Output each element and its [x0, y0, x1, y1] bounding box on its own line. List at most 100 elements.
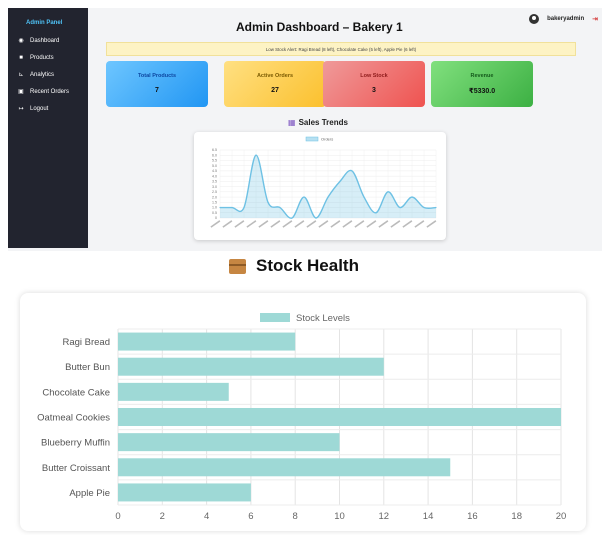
data-point	[411, 196, 413, 198]
x-tick-label: 4	[204, 511, 209, 522]
category-label: Oatmeal Cookies	[37, 413, 110, 424]
x-tick-mark	[354, 220, 365, 228]
revenue-card: Revenue ₹5330.0	[431, 61, 533, 107]
x-tick-mark	[282, 220, 293, 228]
data-point	[423, 206, 425, 209]
y-tick-label: 4.5	[212, 169, 217, 173]
y-tick-label: 3.5	[212, 180, 217, 184]
legend-label: Orders	[321, 137, 333, 142]
y-tick-label: 1.0	[212, 206, 217, 210]
user-menu[interactable]: bakeryadmin ⇥	[529, 14, 598, 24]
sidebar-item-label: Logout	[30, 105, 49, 112]
sidebar: Admin Panel ◉ Dashboard ■ Products ⊾ Analyt…	[8, 8, 88, 248]
data-point	[387, 191, 389, 193]
x-tick-mark	[234, 220, 245, 228]
sidebar-title: Admin Panel	[26, 20, 63, 26]
x-tick-mark	[426, 220, 437, 228]
y-tick-label: 5.0	[212, 164, 217, 168]
y-tick-label: 2.5	[212, 190, 217, 194]
sidebar-item-label: Dashboard	[30, 37, 60, 44]
data-point	[219, 206, 221, 209]
x-tick-mark	[390, 220, 401, 228]
stock-health-heading: Stock Health	[229, 256, 359, 276]
stock-bar	[118, 483, 251, 502]
x-tick-mark	[210, 220, 221, 228]
data-point	[327, 196, 329, 198]
low-stock-card: Low Stock 3	[323, 61, 425, 107]
category-label: Chocolate Cake	[42, 387, 110, 398]
sidebar-item-products[interactable]: ■ Products	[8, 49, 88, 66]
x-tick-label-mark	[330, 220, 341, 228]
x-tick-label-mark	[378, 220, 389, 228]
main-content: Admin Dashboard – Bakery 1 bakeryadmin ⇥…	[88, 8, 602, 251]
sidebar-item-logout[interactable]: ↦ Logout	[8, 100, 88, 117]
y-tick-label: 2.0	[212, 195, 217, 199]
x-tick-mark	[246, 220, 257, 228]
username: bakeryadmin	[547, 16, 585, 22]
stock-bar	[118, 408, 561, 426]
user-avatar-icon	[529, 14, 540, 24]
stock-bar	[118, 357, 384, 376]
sales-trends-heading: ▦ Sales Trends	[288, 118, 348, 127]
legend-swatch	[260, 313, 290, 322]
chart-icon: ▦	[288, 118, 296, 127]
y-tick-label: 3.0	[212, 185, 217, 189]
y-tick-label: 4.0	[212, 174, 217, 178]
x-tick-label-mark	[282, 220, 293, 228]
x-tick-mark	[306, 220, 317, 228]
x-tick-mark	[318, 220, 329, 228]
admin-dashboard-screenshot: Admin Panel ◉ Dashboard ■ Products ⊾ Analyt…	[8, 8, 602, 251]
data-point	[363, 196, 365, 198]
x-tick-label: 16	[467, 511, 478, 522]
x-tick-label-mark	[222, 220, 233, 228]
x-tick-label-mark	[246, 220, 257, 228]
data-point	[255, 154, 257, 156]
x-tick-label: 12	[379, 511, 390, 522]
box-icon: ■	[19, 54, 23, 61]
package-icon	[229, 258, 246, 274]
x-tick-label-mark	[270, 220, 281, 228]
sidebar-nav: ◉ Dashboard ■ Products ⊾ Analytics ▣ Recent …	[8, 32, 88, 117]
category-label: Butter Bun	[65, 362, 110, 373]
y-tick-label: 0	[215, 216, 217, 220]
category-label: Ragi Bread	[62, 337, 110, 348]
data-point	[243, 206, 245, 209]
category-label: Blueberry Muffin	[41, 438, 110, 449]
x-tick-label: 14	[423, 511, 434, 522]
y-tick-label: 6.0	[212, 153, 217, 157]
data-point	[351, 170, 353, 172]
sales-trends-chart-card: 0 0.5 1.0 1.5 2.0 2.5 3.0 3.5 4.0 4.5 5.0 5.5 6.0 6.5…	[194, 132, 446, 240]
logout-icon: ↦	[18, 106, 24, 112]
x-tick-label-mark	[210, 220, 221, 228]
data-point	[315, 217, 317, 219]
category-label: Apple Pie	[69, 488, 110, 499]
sidebar-item-dashboard[interactable]: ◉ Dashboard	[8, 32, 88, 49]
y-tick-label: 0.5	[212, 211, 217, 215]
x-tick-label: 18	[511, 511, 522, 522]
x-tick-label-mark	[366, 220, 377, 228]
data-point	[279, 206, 281, 209]
stock-bar	[118, 433, 340, 452]
data-point	[435, 206, 437, 209]
x-tick-mark	[330, 220, 341, 228]
sidebar-item-label: Products	[30, 54, 54, 61]
card-value: 27	[271, 87, 279, 94]
sidebar-item-analytics[interactable]: ⊾ Analytics	[8, 66, 88, 83]
x-tick-label-mark	[402, 220, 413, 228]
legend-label: Stock Levels	[296, 313, 350, 324]
logout-icon[interactable]: ⇥	[592, 15, 598, 23]
dashboard-icon: ◉	[18, 38, 24, 44]
sales-trends-chart: 00.51.01.5 2.02.53.03.5 4.04.55.05.5 6.06.5…	[210, 137, 437, 228]
y-tick-label: 6.5	[212, 148, 217, 152]
x-tick-mark	[414, 220, 425, 228]
stock-health-chart-card: 0 2 4 6 8 10 12 14 16 18 20 Ragi Bread Butter Bun Cho…	[20, 293, 586, 531]
x-tick-mark	[270, 220, 281, 228]
sidebar-item-recent-orders[interactable]: ▣ Recent Orders	[8, 83, 88, 100]
x-tick-mark	[366, 220, 377, 228]
data-point	[375, 212, 377, 214]
cart-icon: ▣	[18, 89, 24, 95]
x-tick-label: 8	[293, 511, 298, 522]
x-tick-mark	[378, 220, 389, 228]
x-tick-label-mark	[318, 220, 329, 228]
data-point	[339, 180, 341, 182]
